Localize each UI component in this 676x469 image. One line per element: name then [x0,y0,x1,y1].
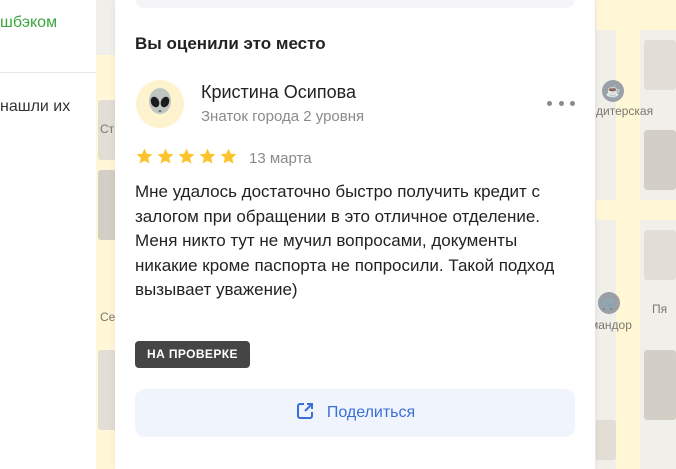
star-icon [178,148,195,164]
map-poi-icon[interactable]: 🛒 [598,292,620,314]
dot [547,100,552,106]
star-icon [157,148,174,164]
map-building [644,350,676,420]
map-building [644,230,676,280]
map-poi-icon[interactable]: ☕ [602,80,624,102]
review-date: 13 марта [249,150,312,167]
map-building [644,40,676,90]
author-name[interactable]: Кристина Осипова [201,82,356,103]
map-building [596,420,616,460]
section-title: Вы оценили это место [135,34,326,53]
status-badge: НА ПРОВЕРКЕ [135,341,250,368]
author-level: Знаток города 2 уровня [201,108,365,125]
review-card: Вы оценили это место Кристина Осипова Зн… [115,0,595,469]
dot [558,100,564,106]
review-text: Мне удалось достаточно быстро получить к… [135,182,555,299]
map-label: Пя [652,302,668,316]
left-panel-text: нашли их [0,98,71,115]
map-building [98,170,116,240]
star-icon [199,148,216,164]
star-icon [136,148,153,164]
map-label: дитерская [596,104,654,118]
left-panel: шбэком нашли их [0,0,96,469]
rating-stars [135,147,238,166]
map-building [644,130,676,190]
map-building [98,350,116,430]
alien-icon [145,87,175,122]
previous-section-edge [135,0,575,8]
avatar[interactable] [136,80,184,128]
map-label: Се [100,310,116,324]
map-road [616,0,640,469]
map-label: мандор [590,318,632,332]
dot [570,100,575,106]
star-icon [220,148,237,164]
left-panel-link[interactable]: шбэком [0,14,57,32]
map-label: Ст [100,122,115,136]
more-options-button[interactable] [547,94,575,112]
share-button-label: Поделиться [326,404,416,421]
share-button[interactable]: Поделиться [135,389,575,437]
share-icon [295,401,315,426]
divider [0,72,96,73]
